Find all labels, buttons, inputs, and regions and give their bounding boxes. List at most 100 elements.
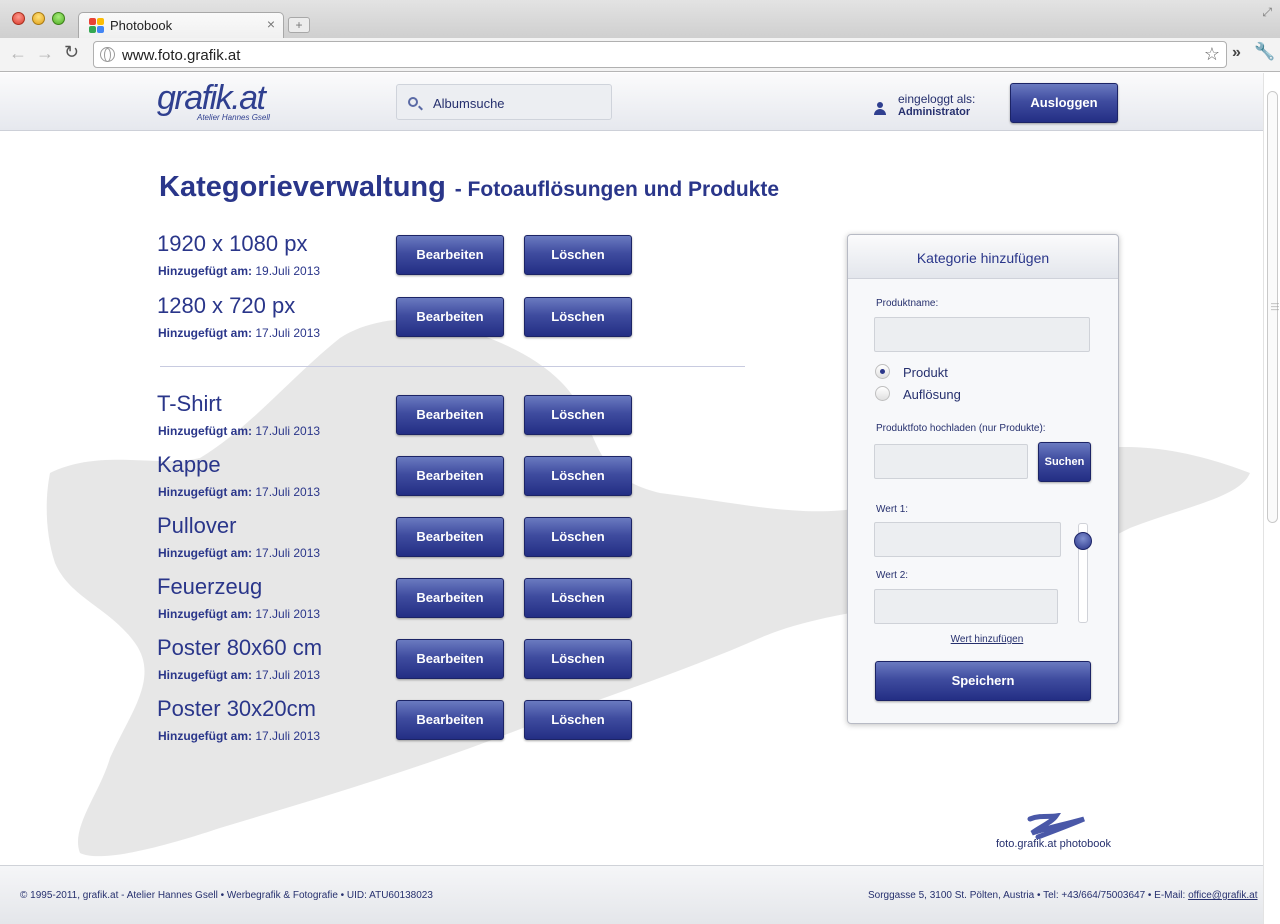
url-text[interactable]: www.foto.grafik.at xyxy=(122,47,240,64)
panel-title: Kategorie hinzufügen xyxy=(916,250,1050,266)
page-scrollbar[interactable]: — — — xyxy=(1263,73,1280,924)
delete-button[interactable]: Löschen xyxy=(524,639,632,679)
item-name: 1920 x 1080 px xyxy=(157,231,308,256)
tab-title: Photobook xyxy=(110,18,173,33)
reload-icon[interactable]: ↻ xyxy=(64,42,79,63)
delete-button[interactable]: Löschen xyxy=(524,297,632,337)
user-icon xyxy=(873,102,887,116)
value1-label: Wert 1: xyxy=(876,504,909,515)
value2-label: Wert 2: xyxy=(876,570,909,581)
product-item: T-Shirt Hinzugefügt am: 17.Juli 2013 Bea… xyxy=(157,391,637,441)
window-minimize-button[interactable] xyxy=(32,12,45,25)
footer-email-link[interactable]: office@grafik.at xyxy=(1188,890,1257,901)
logo[interactable]: grafik.at Atelier Hannes Gsell xyxy=(157,79,270,122)
item-name: Poster 30x20cm xyxy=(157,696,316,721)
forward-icon[interactable]: → xyxy=(36,43,54,64)
edit-button[interactable]: Bearbeiten xyxy=(396,235,504,275)
item-date: Hinzugefügt am: 17.Juli 2013 xyxy=(158,668,321,682)
upload-search-button[interactable]: Suchen xyxy=(1038,442,1091,482)
bookmark-star-icon[interactable]: ☆ xyxy=(1204,44,1220,65)
album-search-input[interactable]: Albumsuche xyxy=(396,84,612,120)
edit-button[interactable]: Bearbeiten xyxy=(396,297,504,337)
delete-button[interactable]: Löschen xyxy=(524,517,632,557)
page-title: Kategorieverwaltung - Fotoauflösungen un… xyxy=(159,167,779,204)
product-item: Poster 80x60 cm Hinzugefügt am: 17.Juli … xyxy=(157,635,637,685)
logout-button[interactable]: Ausloggen xyxy=(1010,83,1118,123)
delete-button[interactable]: Löschen xyxy=(524,456,632,496)
page-title-sub: - Fotoauflösungen und Produkte xyxy=(454,178,780,201)
window-maximize-button[interactable] xyxy=(52,12,65,25)
product-item: Feuerzeug Hinzugefügt am: 17.Juli 2013 B… xyxy=(157,574,637,624)
edit-button[interactable]: Bearbeiten xyxy=(396,456,504,496)
edit-button[interactable]: Bearbeiten xyxy=(396,395,504,435)
back-icon[interactable]: ← xyxy=(9,43,27,64)
edit-button[interactable]: Bearbeiten xyxy=(396,517,504,557)
scrollbar-thumb[interactable]: — — — xyxy=(1267,91,1279,523)
browser-toolbar: ← → ↻ www.foto.grafik.at ☆ » 🔧 xyxy=(0,38,1280,72)
item-name: 1280 x 720 px xyxy=(157,293,296,318)
delete-button[interactable]: Löschen xyxy=(524,700,632,740)
edit-button[interactable]: Bearbeiten xyxy=(396,700,504,740)
item-date: Hinzugefügt am: 17.Juli 2013 xyxy=(158,326,321,340)
item-name: Pullover xyxy=(157,513,237,538)
panel-header: Kategorie hinzufügen xyxy=(848,235,1118,279)
tab-close-icon[interactable]: × xyxy=(267,16,275,32)
value1-input[interactable] xyxy=(874,522,1061,557)
upload-label: Produktfoto hochladen (nur Produkte): xyxy=(876,423,1046,434)
browser-tab[interactable]: Photobook × xyxy=(78,12,284,39)
product-item: Kappe Hinzugefügt am: 17.Juli 2013 Bearb… xyxy=(157,452,637,502)
item-date: Hinzugefügt am: 17.Juli 2013 xyxy=(158,729,321,743)
radio-product[interactable] xyxy=(875,364,890,379)
delete-button[interactable]: Löschen xyxy=(524,578,632,618)
fullscreen-icon[interactable]: ⤢ xyxy=(1262,5,1272,20)
brand-logo-icon xyxy=(1027,813,1085,839)
item-date: Hinzugefügt am: 17.Juli 2013 xyxy=(158,607,321,621)
item-date: Hinzugefügt am: 17.Juli 2013 xyxy=(158,546,321,560)
address-bar[interactable]: www.foto.grafik.at ☆ xyxy=(93,41,1227,68)
add-value-link[interactable]: Wert hinzufügen xyxy=(848,634,1126,645)
edit-button[interactable]: Bearbeiten xyxy=(396,639,504,679)
search-icon xyxy=(408,97,418,107)
search-placeholder: Albumsuche xyxy=(433,96,505,111)
radio-product-label: Produkt xyxy=(903,365,948,380)
site-header: grafik.at Atelier Hannes Gsell Albumsuch… xyxy=(0,73,1263,131)
wrench-icon[interactable]: 🔧 xyxy=(1254,42,1275,62)
delete-button[interactable]: Löschen xyxy=(524,395,632,435)
item-date: Hinzugefügt am: 19.Juli 2013 xyxy=(158,264,321,278)
item-name: T-Shirt xyxy=(157,391,222,416)
resolution-item: 1280 x 720 px Hinzugefügt am: 17.Juli 20… xyxy=(157,293,637,343)
new-tab-button[interactable]: + xyxy=(288,17,310,33)
page-title-main: Kategorieverwaltung xyxy=(159,171,446,203)
resolution-item: 1920 x 1080 px Hinzugefügt am: 19.Juli 2… xyxy=(157,231,637,281)
save-button[interactable]: Speichern xyxy=(875,661,1091,701)
logo-text: grafik.at xyxy=(157,79,266,117)
item-name: Poster 80x60 cm xyxy=(157,635,323,660)
globe-icon xyxy=(100,47,115,62)
value-slider-handle[interactable] xyxy=(1074,532,1092,550)
value2-input[interactable] xyxy=(874,589,1058,624)
browser-tabbar: Photobook × + ⤢ xyxy=(0,0,1280,39)
login-label: eingeloggt als: xyxy=(898,92,976,106)
site-footer: © 1995-2011, grafik.at - Atelier Hannes … xyxy=(0,865,1263,924)
product-name-label: Produktname: xyxy=(876,298,939,309)
logo-subtitle: Atelier Hannes Gsell xyxy=(197,113,270,122)
brand-text: foto.grafik.at photobook xyxy=(996,838,1111,850)
product-item: Pullover Hinzugefügt am: 17.Juli 2013 Be… xyxy=(157,513,637,563)
item-name: Kappe xyxy=(157,452,221,477)
footer-contact: Sorggasse 5, 3100 St. Pölten, Austria • … xyxy=(868,890,1258,901)
edit-button[interactable]: Bearbeiten xyxy=(396,578,504,618)
chevron-right-icon[interactable]: » xyxy=(1232,44,1241,62)
window-close-button[interactable] xyxy=(12,12,25,25)
page-viewport: grafik.at Atelier Hannes Gsell Albumsuch… xyxy=(0,73,1280,924)
add-category-panel: Kategorie hinzufügen Produktname: Produk… xyxy=(847,234,1119,724)
radio-resolution[interactable] xyxy=(875,386,890,401)
item-date: Hinzugefügt am: 17.Juli 2013 xyxy=(158,424,321,438)
product-item: Poster 30x20cm Hinzugefügt am: 17.Juli 2… xyxy=(157,696,637,746)
upload-file-input[interactable] xyxy=(874,444,1028,479)
product-name-input[interactable] xyxy=(874,317,1090,352)
item-date: Hinzugefügt am: 17.Juli 2013 xyxy=(158,485,321,499)
delete-button[interactable]: Löschen xyxy=(524,235,632,275)
section-divider xyxy=(160,366,745,367)
radio-resolution-label: Auflösung xyxy=(903,387,961,402)
scrollbar-grip-icon: — — — xyxy=(1271,299,1279,314)
